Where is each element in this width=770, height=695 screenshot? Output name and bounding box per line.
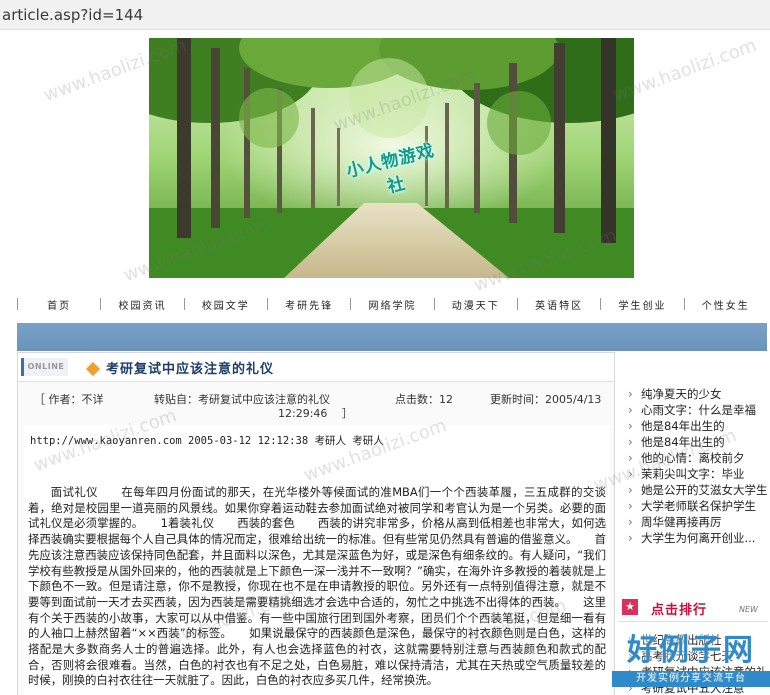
hot-ranking-title: 点击排行	[651, 603, 708, 618]
hot-item[interactable]: 考研复试中应该注意的礼仪数据	[626, 664, 768, 680]
news-item[interactable]: 他是84年出生的	[626, 434, 768, 450]
article-content: http://www.kaoyanren.com 2005-03-12 12:1…	[24, 425, 610, 695]
diamond-icon	[85, 361, 101, 377]
hot-item[interactable]: 世纪高教出版社	[626, 632, 768, 648]
nav-item-anime[interactable]: 动漫天下	[435, 297, 517, 312]
article-panel: ONLINE 考研复试中应该注意的礼仪 ［ 作者：不详 转贴自：考研复试中应该注…	[17, 352, 615, 695]
nav-item-campus-news[interactable]: 校园资讯	[101, 297, 183, 312]
address-bar[interactable]: article.asp?id=144	[0, 0, 770, 30]
page: article.asp?id=144 小人物游戏社 首页 校园资讯 校园文学 考…	[0, 0, 770, 695]
news-item[interactable]: 周华健再接再厉	[626, 514, 768, 530]
updated-time: 12:29:46 ］	[278, 407, 353, 420]
hot-list: 世纪高教出版社 高考状元谈学七天 考研复试中应该注意的礼仪数据 考研复试中五大注…	[626, 632, 768, 695]
nav-item-girls[interactable]: 个性女生	[685, 297, 767, 312]
nav-item-startup[interactable]: 学生创业	[601, 297, 683, 312]
nav-item-web-college[interactable]: 网络学院	[351, 297, 433, 312]
news-item[interactable]: 他是84年出生的	[626, 418, 768, 434]
main-nav: 首页 校园资讯 校园文学 考研先锋 网络学院 动漫天下 英语特区 学生创业 个性…	[17, 295, 767, 313]
online-logo: ONLINE	[21, 358, 68, 376]
author-label: ［ 作者：不详	[34, 393, 104, 406]
news-item[interactable]: 大学生为何离开创业...	[626, 530, 768, 546]
hot-item[interactable]: 考研复试中五大注意	[626, 680, 768, 695]
news-item[interactable]: 她是公开的艾滋女大学生	[626, 482, 768, 498]
nav-underbar	[17, 323, 767, 351]
news-item[interactable]: 纯净夏天的少女	[626, 386, 768, 402]
news-list: 纯净夏天的少女 心雨文字：什么是幸福 他是84年出生的 他是84年出生的 他的心…	[626, 386, 768, 571]
address-text: article.asp?id=144	[2, 6, 144, 24]
banner: 小人物游戏社	[149, 38, 634, 278]
nav-item-home[interactable]: 首页	[18, 297, 100, 312]
news-item[interactable]: 他的心情：离校前夕	[626, 450, 768, 466]
article-header: ONLINE 考研复试中应该注意的礼仪	[18, 353, 614, 382]
source-line: http://www.kaoyanren.com 2005-03-12 12:1…	[30, 435, 384, 447]
nav-item-campus-literature[interactable]: 校园文学	[185, 297, 267, 312]
news-item[interactable]: 茉莉尖叫文字：毕业	[626, 466, 768, 482]
news-item[interactable]: 大学老师联名保护学生	[626, 498, 768, 514]
updated-label: 更新时间：2005/4/13	[490, 393, 602, 406]
hot-ranking-header: ★ 点击排行 NEW	[618, 593, 768, 622]
news-item[interactable]: 心雨文字：什么是幸福	[626, 402, 768, 418]
article-meta: ［ 作者：不详 转贴自：考研复试中应该注意的礼仪 点击数：12 更新时间：200…	[18, 387, 614, 420]
nav-item-english[interactable]: 英语特区	[518, 297, 600, 312]
article-title: 考研复试中应该注意的礼仪	[106, 362, 275, 377]
clicks-label: 点击数：12	[395, 393, 453, 406]
nav-item-kaoyan[interactable]: 考研先锋	[268, 297, 350, 312]
new-badge: NEW	[739, 605, 758, 614]
star-icon: ★	[622, 599, 638, 615]
sidebar: 纯净夏天的少女 心雨文字：什么是幸福 他是84年出生的 他是84年出生的 他的心…	[618, 352, 770, 695]
hot-item[interactable]: 高考状元谈学七天	[626, 648, 768, 664]
article-body: 面试礼仪 在每年四月份面试的那天，在光华楼外等候面试的准MBA们一个个西装革履，…	[28, 485, 606, 688]
